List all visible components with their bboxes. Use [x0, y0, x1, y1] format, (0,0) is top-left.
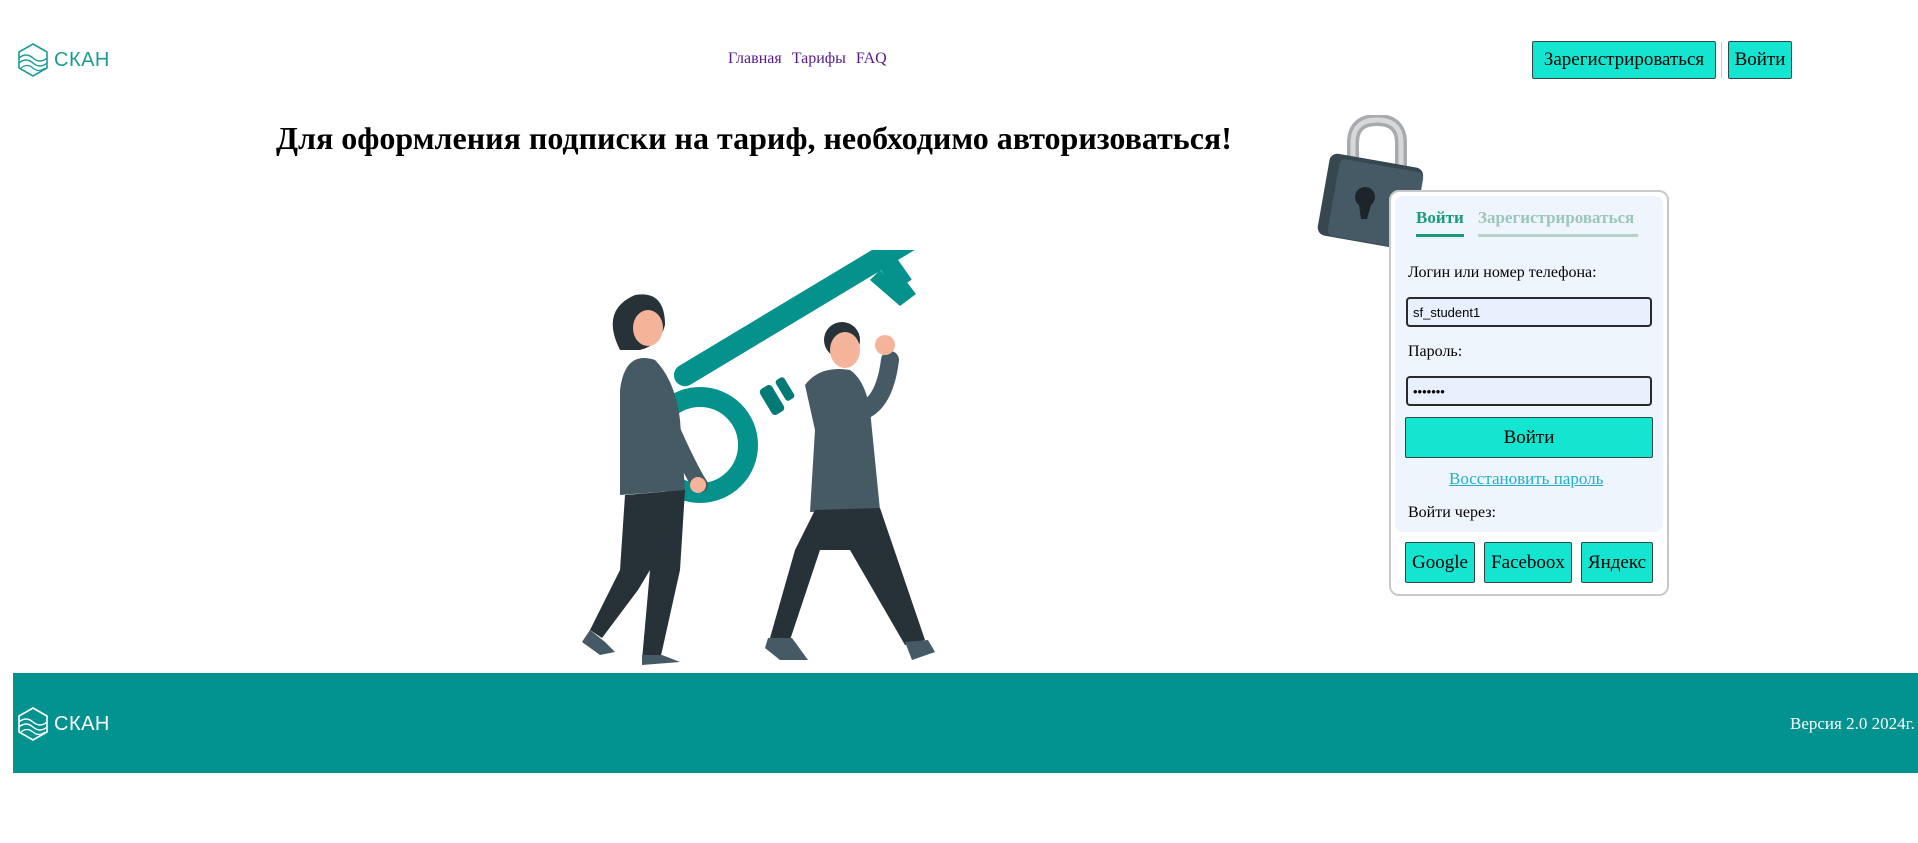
yandex-login-button[interactable]: Яндекс	[1581, 542, 1653, 583]
page-title: Для оформления подписки на тариф, необхо…	[276, 120, 1232, 156]
header-logo[interactable]: СКАН	[16, 42, 110, 78]
login-via-label: Войти через:	[1408, 504, 1496, 521]
nav-link-tariffs[interactable]: Тарифы	[792, 50, 846, 68]
key-graphic	[642, 250, 960, 503]
restore-password-link[interactable]: Восстановить пароль	[1449, 469, 1603, 489]
people-with-key-illustration	[582, 250, 960, 665]
tab-register[interactable]: Зарегистрироваться	[1478, 208, 1638, 237]
facebook-login-button[interactable]: Faceboox	[1484, 542, 1572, 583]
version-text: Версия 2.0 2024г.	[1790, 714, 1915, 733]
logo-icon	[18, 43, 48, 77]
login-input[interactable]: sf_student1	[1406, 297, 1652, 327]
tab-login[interactable]: Войти	[1416, 208, 1464, 237]
header-register-button[interactable]: Зарегистрироваться	[1532, 41, 1716, 79]
header-divider	[1721, 42, 1722, 78]
footer-logo[interactable]: СКАН	[16, 706, 110, 742]
main-nav: Главная Тарифы FAQ	[728, 50, 887, 68]
woman-figure	[582, 294, 708, 665]
logo-text: СКАН	[54, 48, 110, 71]
footer	[13, 673, 1918, 773]
login-field-label: Логин или номер телефона:	[1408, 264, 1597, 281]
nav-link-home[interactable]: Главная	[728, 50, 782, 68]
google-login-button[interactable]: Google	[1405, 542, 1475, 583]
nav-link-faq[interactable]: FAQ	[856, 50, 887, 68]
man-figure	[765, 322, 935, 660]
header-login-button[interactable]: Войти	[1728, 41, 1792, 79]
footer-logo-text: СКАН	[54, 712, 110, 735]
logo-icon	[18, 707, 48, 741]
password-input[interactable]: •••••••	[1406, 376, 1652, 406]
password-field-label: Пароль:	[1408, 343, 1463, 360]
login-submit-button[interactable]: Войти	[1405, 417, 1653, 458]
